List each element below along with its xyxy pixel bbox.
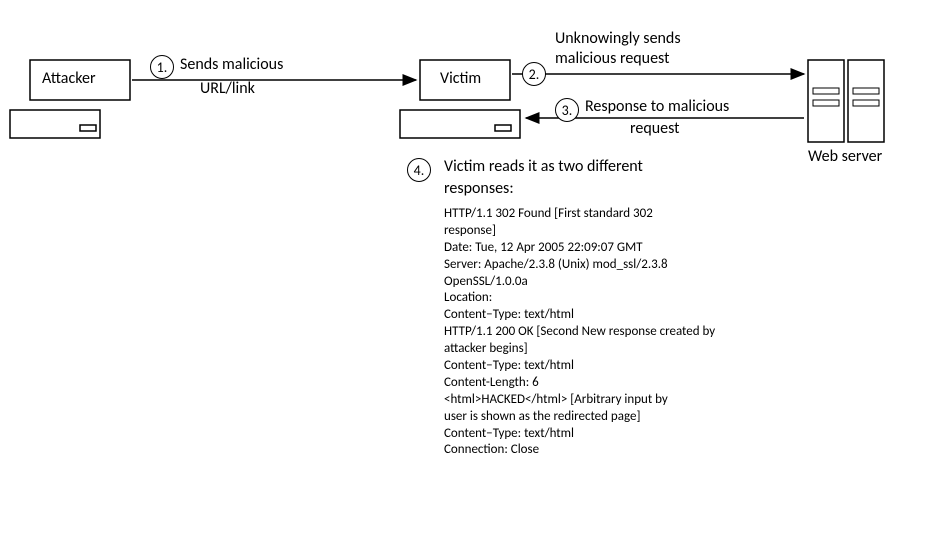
web-server-icon (808, 60, 884, 142)
step-4-body-line: Location: (444, 290, 744, 307)
step-3-text-line2: request (630, 120, 680, 138)
step-4-body-line: OpenSSL/1.0.0a (444, 274, 744, 291)
step-4-body-line: attacker begins] (444, 341, 744, 358)
step-4-body-line: user is shown as the redirected page] (444, 409, 744, 426)
step-4-body-line: Date: Tue, 12 Apr 2005 22:09:07 GMT (444, 240, 744, 257)
step-4-body-line: HTTP/1.1 302 Found [First standard 302 (444, 206, 744, 223)
step-2-number: 2. (522, 62, 546, 86)
step-4-body-line: Connection: Close (444, 442, 744, 459)
step-1-number: 1. (150, 55, 174, 79)
step-1-text-line2: URL/link (200, 80, 255, 98)
step-2-text-line2: malicious request (555, 50, 669, 68)
step-4-heading-line1: Victim reads it as two different (444, 158, 643, 176)
victim-label: Victim (440, 70, 481, 88)
step-4-body-line: Content-Length: 6 (444, 375, 744, 392)
step-4-body-line: Server: Apache/2.3.8 (Unix) mod_ssl/2.3.… (444, 257, 744, 274)
step-4-body-line: Content−Type: text/html (444, 358, 744, 375)
step-4-body-line: <html>HACKED</html> [Arbitrary input by (444, 392, 744, 409)
attacker-label: Attacker (42, 70, 96, 88)
webserver-label: Web server (808, 148, 882, 166)
step-3-number: 3. (555, 98, 579, 122)
step-2-text-line1: Unknowingly sends (555, 30, 681, 48)
step-4-body-line: response] (444, 223, 744, 240)
step-4-body: HTTP/1.1 302 Found [First standard 302re… (444, 206, 744, 459)
step-4-body-line: HTTP/1.1 200 OK [Second New response cre… (444, 324, 744, 341)
step-1-text-line1: Sends malicious (180, 56, 283, 74)
diagram-canvas: Attacker Victim Web server 1. Sends mali… (0, 0, 936, 543)
step-4-number: 4. (407, 158, 431, 182)
step-4-heading-line2: responses: (444, 180, 514, 198)
step-3-text-line1: Response to malicious (585, 98, 729, 116)
step-4-body-line: Content−Type: text/html (444, 307, 744, 324)
step-4-body-line: Content−Type: text/html (444, 426, 744, 443)
